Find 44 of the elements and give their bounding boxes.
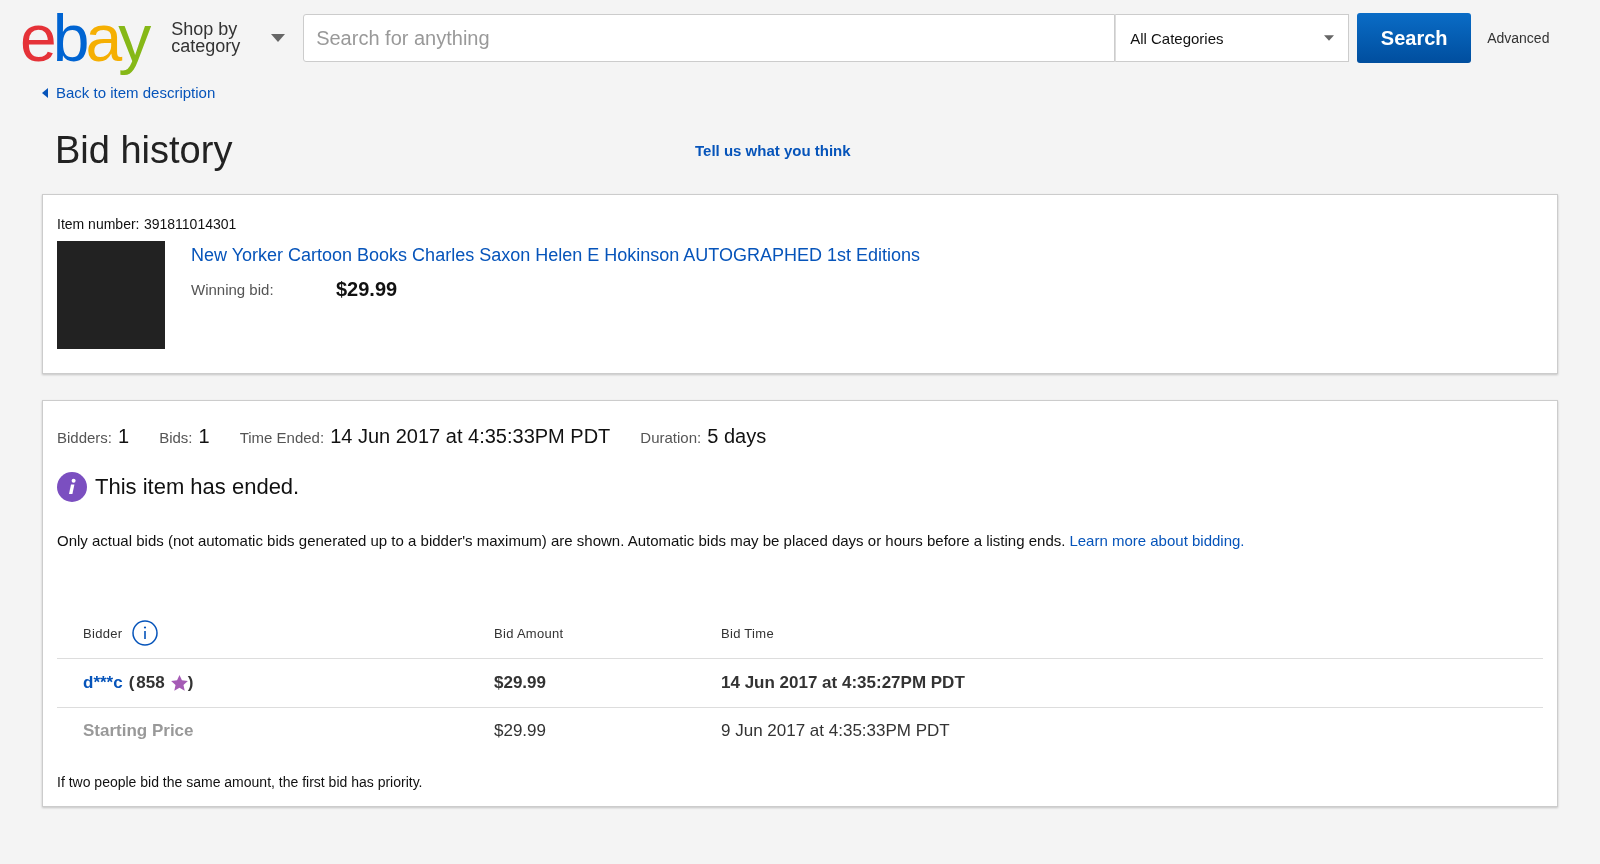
bid-time: 9 Jun 2017 at 4:35:33PM PDT [721, 720, 950, 741]
item-title-link[interactable]: New Yorker Cartoon Books Charles Saxon Helen E Hokinson AUTOGRAPHED 1st Editions [191, 244, 920, 266]
category-select[interactable]: All Categories [1115, 14, 1350, 62]
summary-value: 1 [118, 424, 130, 448]
item-number-label: Item number: [57, 215, 140, 232]
summary-value: 14 Jun 2017 at 4:35:33PM PDT [330, 424, 611, 448]
winning-bid-amount: $29.99 [336, 277, 398, 301]
bid-amount: $29.99 [494, 672, 546, 693]
summary-value: 1 [198, 424, 210, 448]
column-header: Bidder [83, 625, 123, 641]
paren-close: ) [187, 672, 194, 693]
winning-bid-label: Winning bid: [191, 280, 275, 298]
advanced-search-link[interactable]: Advanced [1487, 30, 1550, 46]
search-field[interactable]: Search for anything [303, 14, 1116, 62]
summary-label: Duration: [640, 428, 702, 446]
column-header: Bid Amount [494, 625, 564, 641]
bidder-link[interactable]: d***c [83, 672, 123, 693]
caret-icon [1324, 34, 1335, 42]
shop-by-category-button[interactable]: Shop by category [171, 21, 286, 55]
priority-note: If two people bid the same amount, the first bid has priority. [57, 773, 424, 790]
summary-label: Time Ended: [239, 428, 325, 446]
bid-amount: $29.99 [494, 720, 546, 741]
starting-price-label: Starting Price [83, 720, 194, 741]
info-icon [57, 471, 87, 502]
paren-open: ( [128, 672, 135, 693]
star-icon [170, 674, 188, 691]
page-title: Bid history [55, 129, 234, 172]
feedback-score: 858 [136, 672, 165, 693]
caret-icon [271, 34, 286, 42]
search-button[interactable]: Search [1357, 13, 1472, 63]
learn-more-link[interactable]: Learn more about bidding. [1069, 531, 1245, 549]
item-number: 391811014301 [143, 215, 237, 232]
bid-time: 14 Jun 2017 at 4:35:27PM PDT [721, 672, 965, 693]
summary-label: Bidders: [57, 428, 113, 446]
summary-value: 5 days [707, 424, 767, 448]
info-icon[interactable] [132, 620, 159, 646]
ebay-logo[interactable]: ebay [20, 0, 156, 76]
back-arrow-icon [42, 87, 48, 98]
column-header: Bid Time [721, 625, 774, 641]
back-link[interactable]: Back to item description [42, 84, 216, 101]
feedback-link[interactable]: Tell us what you think [695, 142, 851, 159]
summary-label: Bids: [159, 428, 193, 446]
status-message: This item has ended. [95, 473, 300, 500]
bidding-note: Only actual bids (not automatic bids generated up to a bidder's maximum) are shown. Automatic bids may be placed days or hours before a listing ends. Learn more about bidding. [57, 531, 1246, 549]
